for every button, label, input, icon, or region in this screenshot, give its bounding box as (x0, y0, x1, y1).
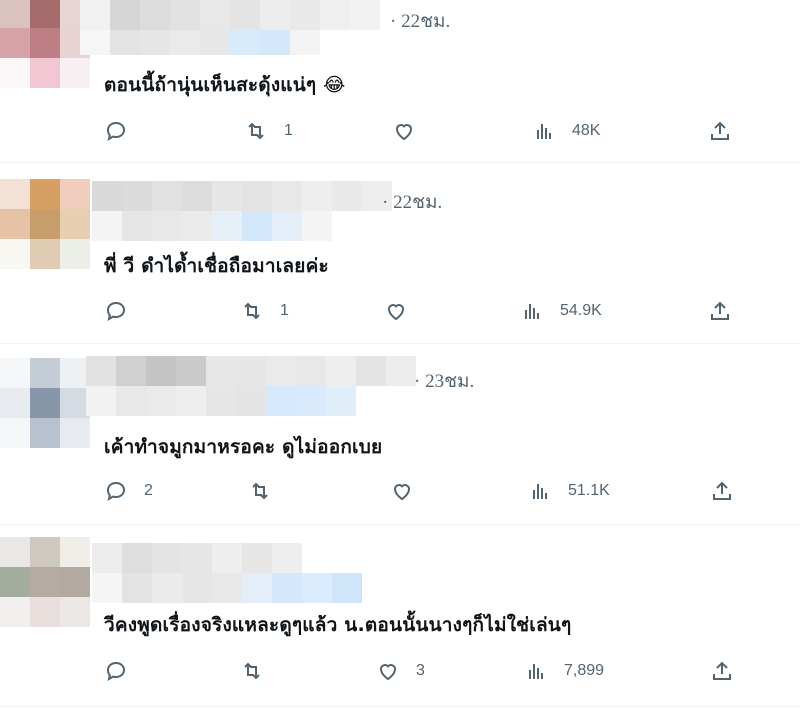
heart-icon (395, 124, 413, 141)
views-button[interactable]: 54.9K (520, 296, 602, 326)
reply-icon (106, 121, 126, 142)
reply-button[interactable] (104, 116, 144, 146)
blurred-handle[interactable] (92, 211, 332, 241)
like-count: 3 (416, 662, 425, 679)
reply-icon (106, 481, 126, 502)
tweet-text: เค้าทำจมูกมาหรอคะ ดูไม่ออกเบย (104, 436, 383, 458)
like-button[interactable] (390, 476, 430, 506)
views-icon (537, 124, 551, 139)
tweet-text: ตอนนี้ถ้านุ่นเห็นสะดุ้งแน่ๆ 😂 (104, 74, 346, 96)
views-icon (533, 484, 547, 499)
tweet-text: วีคงพูดเรื่องจริงแหละดูๆแล้ว น.ตอนนั้นนา… (104, 614, 572, 636)
reply-icon (106, 661, 126, 682)
timestamp[interactable]: · 22ชม. (382, 187, 442, 217)
retweet-count: 1 (284, 122, 293, 139)
tweet-text: พี่ วี ดำได้ำเชื่อถือมาเลยค่ะ (104, 255, 329, 277)
heart-icon (393, 484, 411, 501)
retweet-count: 1 (280, 302, 289, 319)
action-bar: 2 51.1K (104, 476, 744, 506)
share-icon (711, 301, 729, 320)
avatar[interactable] (0, 0, 90, 88)
like-button[interactable] (384, 296, 424, 326)
timestamp[interactable]: · 22ชม. (390, 6, 450, 36)
blurred-username[interactable] (80, 0, 380, 30)
views-button[interactable]: 7,899 (524, 656, 604, 686)
views-count: 54.9K (560, 302, 602, 319)
avatar[interactable] (0, 179, 90, 269)
views-count: 48K (572, 122, 601, 139)
reply-icon (106, 301, 126, 322)
share-icon (711, 121, 729, 140)
tweet-3[interactable]: · 23ชม. เค้าทำจมูกมาหรอคะ ดูไม่ออกเบย 2 … (0, 344, 800, 524)
tweet-1[interactable]: · 22ชม. ตอนนี้ถ้านุ่นเห็นสะดุ้งแน่ๆ 😂 1 … (0, 0, 800, 162)
share-icon (713, 661, 731, 680)
action-bar: 1 54.9K (104, 296, 744, 326)
retweet-icon (244, 302, 260, 320)
blurred-handle[interactable] (86, 386, 356, 416)
like-button[interactable] (392, 116, 432, 146)
action-bar: 1 48K (104, 116, 744, 146)
share-button[interactable] (710, 476, 734, 506)
blurred-username[interactable] (92, 543, 302, 573)
tweet-4[interactable]: วีคงพูดเรื่องจริงแหละดูๆแล้ว น.ตอนนั้นนา… (0, 525, 800, 712)
heart-icon (387, 304, 405, 321)
like-button[interactable]: 3 (376, 656, 425, 686)
retweet-icon (248, 122, 264, 140)
retweet-button[interactable] (248, 476, 288, 506)
avatar[interactable] (0, 537, 90, 627)
heart-icon (379, 664, 397, 681)
views-button[interactable]: 48K (532, 116, 600, 146)
views-count: 51.1K (568, 482, 610, 499)
blurred-handle[interactable] (92, 573, 362, 603)
retweet-icon (244, 662, 260, 680)
retweet-icon (252, 482, 268, 500)
share-button[interactable] (708, 116, 732, 146)
share-button[interactable] (708, 296, 732, 326)
share-button[interactable] (710, 656, 734, 686)
views-icon (525, 304, 539, 319)
blurred-handle[interactable] (80, 30, 320, 55)
retweet-button[interactable]: 1 (240, 296, 289, 326)
timestamp[interactable]: · 23ชม. (414, 366, 474, 396)
reply-count: 2 (144, 482, 153, 499)
share-icon (713, 481, 731, 500)
avatar[interactable] (0, 358, 90, 448)
views-icon (529, 664, 543, 679)
reply-button[interactable]: 2 (104, 476, 153, 506)
reply-button[interactable] (104, 296, 144, 326)
retweet-button[interactable] (240, 656, 280, 686)
tweet-2[interactable]: · 22ชม. พี่ วี ดำได้ำเชื่อถือมาเลยค่ะ 1 … (0, 163, 800, 343)
blurred-username[interactable] (92, 181, 392, 211)
reply-button[interactable] (104, 656, 144, 686)
views-count: 7,899 (564, 662, 605, 679)
retweet-button[interactable]: 1 (244, 116, 293, 146)
divider (0, 706, 800, 707)
views-button[interactable]: 51.1K (528, 476, 610, 506)
action-bar: 3 7,899 (104, 656, 744, 686)
blurred-username[interactable] (86, 356, 416, 386)
